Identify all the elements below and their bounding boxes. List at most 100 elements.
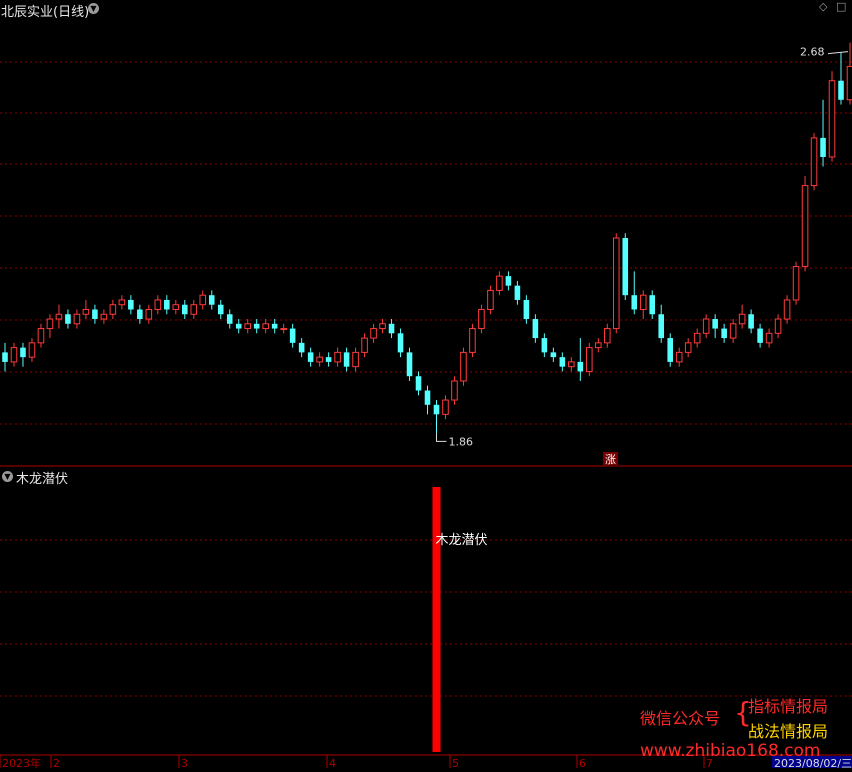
candle-body-up — [451, 380, 458, 401]
candle-body-down — [164, 299, 170, 310]
candle-body-up — [118, 299, 126, 306]
candle-body-down — [289, 328, 296, 343]
candle-body-down — [65, 314, 71, 324]
candle-body-up — [783, 299, 791, 320]
candle-body-down — [226, 314, 233, 324]
candle-body-up — [370, 328, 377, 339]
candle-body-up — [612, 237, 620, 330]
watermark-line2: 战法情报局 — [748, 722, 829, 741]
candle-body-up — [568, 361, 575, 368]
candle-body-up — [684, 342, 692, 353]
sub-panel-dropdown-icon[interactable]: ▼ — [2, 471, 13, 482]
main-panel-title: 北辰实业(日线) — [1, 5, 90, 20]
chart-window: 1.86 2.68 涨木龙潜伏 2023年 2 3 4 5 6 7 2023/08/02/三 ▼ 北… — [0, 0, 852, 770]
axis-label: 3 — [181, 757, 188, 768]
candle-body-down — [838, 80, 844, 100]
axis-label: 5 — [452, 757, 459, 768]
candle-body-up — [280, 328, 287, 331]
candle-body-down — [343, 352, 350, 367]
candle-body-up — [675, 351, 683, 363]
candle-body-up — [316, 356, 323, 363]
candle-body-up — [334, 351, 341, 363]
candle-body-up — [729, 323, 737, 339]
candle-body-up — [702, 318, 710, 334]
candle-body-up — [352, 351, 359, 368]
candle-body-down — [820, 137, 826, 157]
candle-body-down — [433, 404, 440, 415]
candle-body-down — [631, 295, 638, 310]
candle-body-down — [92, 309, 98, 320]
candle-body-up — [792, 266, 800, 301]
candle-body-up — [487, 289, 494, 310]
candle-body-up — [199, 294, 207, 306]
candle-body-up — [379, 323, 386, 330]
candle-body-down — [505, 276, 512, 286]
candle-body-up — [244, 323, 251, 330]
candle-body-up — [28, 342, 36, 358]
candle-body-down — [208, 295, 215, 305]
candle-body-down — [2, 352, 8, 362]
candle-body-up — [828, 80, 836, 158]
candle-body-down — [325, 357, 332, 362]
candle-body-down — [541, 338, 548, 353]
candle-body-down — [712, 319, 718, 329]
candle-body-up — [693, 332, 701, 344]
candle-body-up — [46, 318, 54, 330]
candle-body-down — [622, 238, 629, 296]
candle-body-down — [406, 352, 413, 377]
low-label: 1.86 — [448, 435, 473, 448]
candle-body-up — [604, 328, 611, 344]
signal-bar — [432, 487, 441, 752]
candle-body-down — [550, 352, 557, 358]
candle-body-up — [100, 313, 108, 320]
watermark-line1: 指标情报局 — [748, 697, 829, 716]
expand-icon[interactable]: □ — [836, 0, 846, 13]
candle-body-up — [765, 332, 773, 344]
main-panel-dropdown-icon[interactable]: ▼ — [88, 3, 99, 14]
rise-badge-label: 涨 — [605, 453, 616, 466]
sub-panel-title: 木龙潜伏 — [16, 472, 69, 487]
candle-body-up — [469, 328, 476, 353]
axis-label: 2023年 — [2, 756, 41, 768]
candle-body-down — [235, 323, 242, 329]
watermark-left: 微信公众号 — [640, 709, 721, 728]
candle-body-down — [415, 376, 422, 391]
candle-body-up — [145, 308, 153, 320]
candle-body-up — [37, 328, 45, 344]
candle-body-up — [10, 347, 18, 363]
candle-body-down — [271, 323, 278, 329]
axis-label: 4 — [329, 757, 336, 768]
candle-body-down — [721, 328, 727, 339]
candle-body-up — [460, 351, 467, 382]
candle-body-down — [424, 390, 431, 405]
candle-body-down — [667, 338, 673, 362]
candle-body-up — [55, 313, 63, 320]
candle-body-down — [658, 314, 665, 339]
candle-body-down — [649, 295, 656, 315]
candle-body-down — [577, 361, 584, 372]
watermark-url: www.zhibiao168.com — [640, 741, 821, 761]
candle-body-down — [182, 304, 188, 315]
candle-body-down — [532, 319, 539, 339]
candle-body-down — [20, 347, 26, 358]
candle-body-down — [137, 309, 143, 320]
candle-body-up — [73, 313, 81, 325]
candle-body-up — [109, 304, 117, 315]
axis-label: 2 — [53, 757, 60, 768]
candle-body-up — [172, 304, 180, 310]
candle-body-down — [388, 323, 395, 334]
candle-body-down — [559, 357, 566, 367]
chart-canvas: 1.862.68涨木龙潜伏2023年 2 3 4 5 6 7 2023/08/02/三 — [0, 42, 852, 770]
candle-body-down — [523, 299, 530, 320]
diamond-icon[interactable]: ◇ — [819, 0, 827, 13]
candle-body-up — [738, 313, 746, 325]
candle-body-up — [595, 342, 602, 349]
candle-body-down — [307, 352, 314, 362]
candle-body-down — [253, 323, 260, 329]
signal-label: 木龙潜伏 — [435, 533, 487, 548]
candle-body-down — [757, 328, 763, 343]
candle-body-up — [262, 323, 269, 330]
candle-body-down — [128, 299, 134, 310]
candle-body-up — [801, 185, 809, 268]
candle-body-up — [496, 275, 503, 291]
